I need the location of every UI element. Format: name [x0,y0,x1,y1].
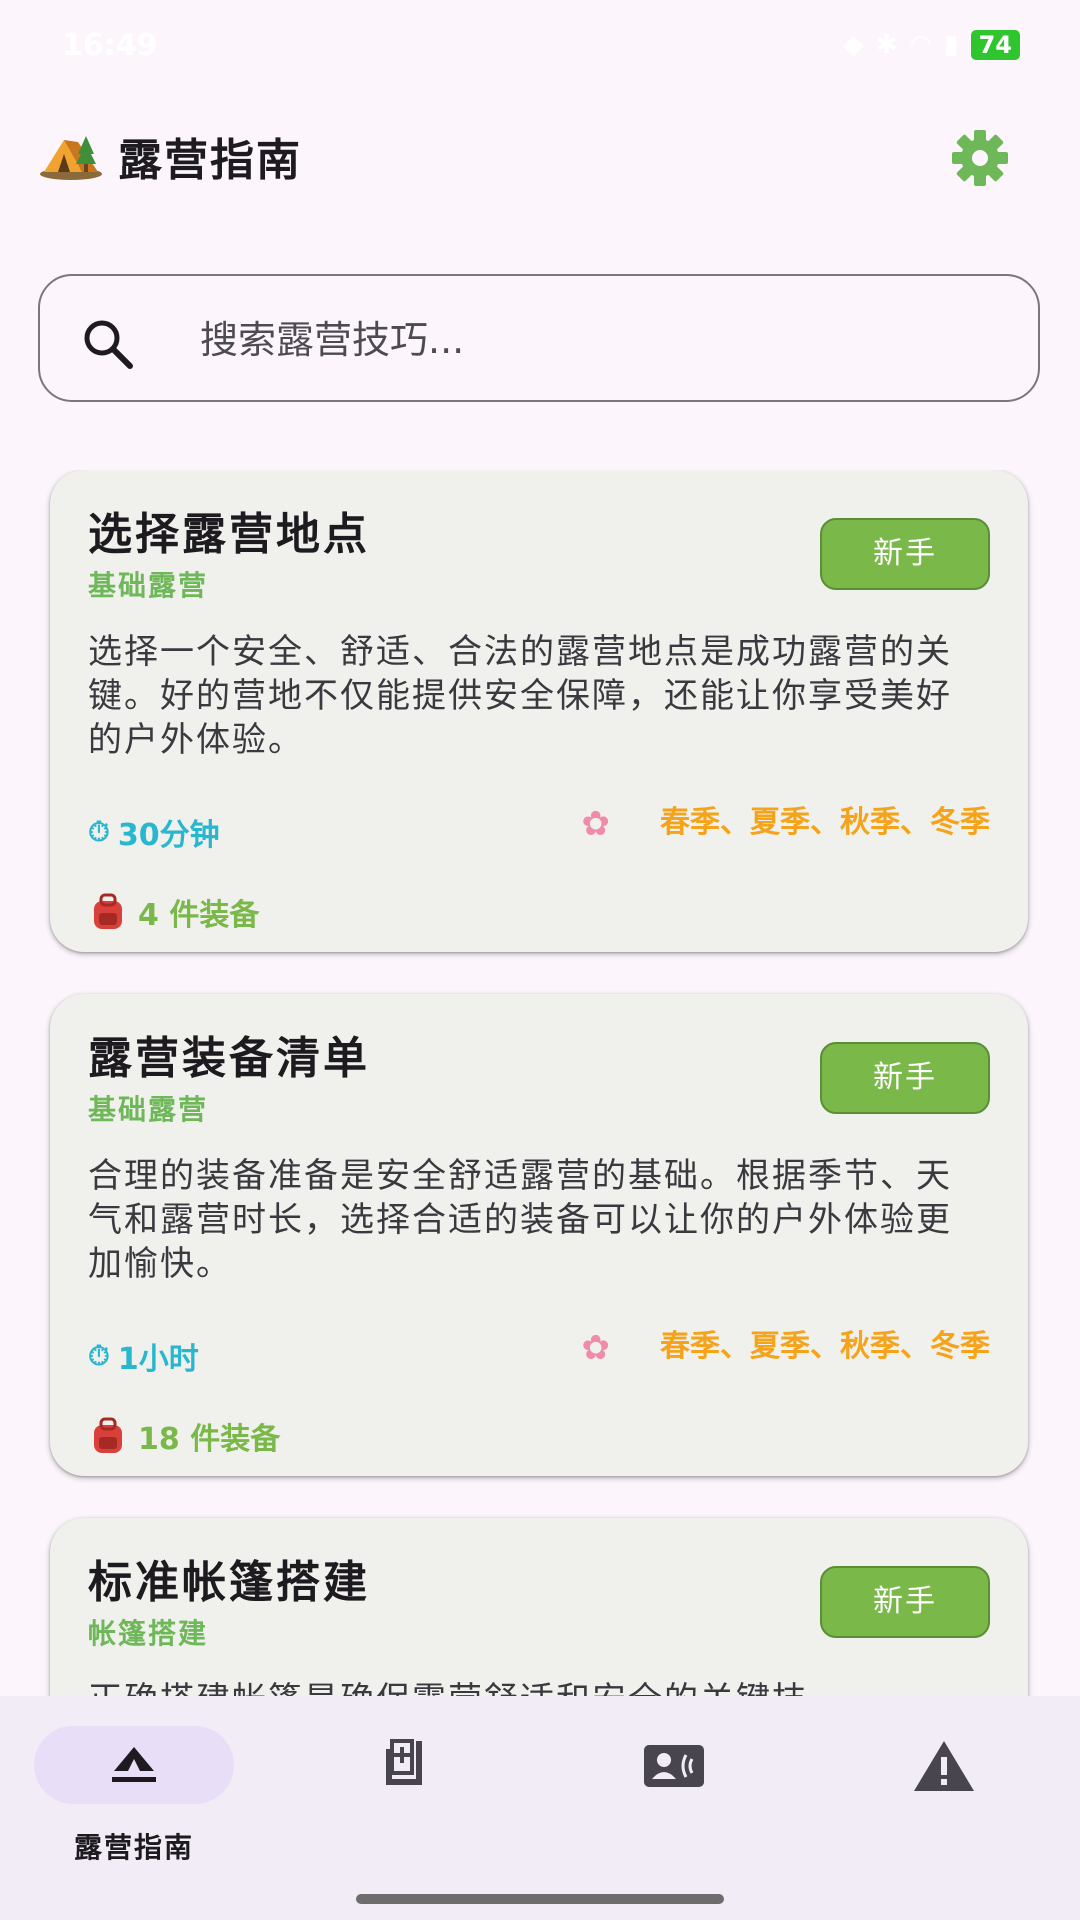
duration-text: 1小时 [117,1342,199,1377]
signal-icon: ▮ [944,30,959,60]
search-input[interactable] [198,306,982,374]
card-title: 选择露营地点 [88,509,370,560]
level-badge[interactable]: 新手 [820,1042,990,1114]
gear-text: 4 件装备 [138,898,260,933]
card-seasons: ✿ 春季、夏季、秋季、冬季 [570,1328,991,1368]
contact-card-icon [644,1745,704,1787]
card-duration: ⏱ 30分钟 [88,810,220,854]
nav-item-safety[interactable] [844,1726,1044,1876]
card-gear-count: 18 件装备 [88,1414,280,1458]
nav-item-guide[interactable]: 露营指南 [34,1726,234,1876]
card-description: 正确搭建帐篷是确保露营舒适和安全的关键技 [88,1678,968,1696]
status-icons: ◆ ✱ ◠ ▮ 74 [844,30,1020,60]
page-title: 露营指南 [118,135,302,186]
search-icon [84,320,133,369]
flower-icon: ✿ [581,1328,611,1368]
duration-text: 30分钟 [117,818,220,853]
card-title: 标准帐篷搭建 [88,1557,370,1608]
status-time: 16:49 [62,28,158,63]
camping-guide-icon [112,1747,156,1782]
battery-level: 74 [970,30,1020,60]
gear-text: 18 件装备 [138,1422,281,1457]
timer-icon: ⏱ [88,815,110,848]
guide-card[interactable]: 露营装备清单 基础露营 新手 合理的装备准备是安全舒适露营的基础。根据季节、天气… [50,994,1028,1476]
card-title: 露营装备清单 [88,1033,370,1084]
timer-icon: ⏱ [88,1339,110,1372]
card-seasons: ✿ 春季、夏季、秋季、冬季 [570,804,991,844]
card-gear-count: 4 件装备 [88,890,259,934]
camping-tent-icon [40,136,102,180]
checklist-icon [386,1739,422,1785]
search-bar[interactable] [38,274,1040,402]
level-badge[interactable]: 新手 [820,518,990,590]
bluetooth-icon: ✱ [875,30,898,60]
nav-item-checklist[interactable] [304,1726,504,1876]
card-description: 选择一个安全、舒适、合法的露营地点是成功露营的关键。好的营地不仅能提供安全保障，… [88,632,952,760]
flower-icon: ✿ [581,804,611,844]
level-badge[interactable]: 新手 [820,1566,990,1638]
guide-list[interactable]: 选择露营地点 基础露营 新手 选择一个安全、舒适、合法的露营地点是成功露营的关键… [0,470,1080,1696]
card-category: 基础露营 [88,1093,209,1126]
seasons-text: 春季、夏季、秋季、冬季 [660,1329,990,1364]
home-indicator[interactable] [356,1894,724,1904]
nav-label: 露营指南 [73,1831,194,1864]
backpack-icon [94,1417,122,1453]
nav-item-contacts[interactable] [574,1726,774,1876]
card-category: 基础露营 [88,569,209,602]
guide-card[interactable]: 选择露营地点 基础露营 新手 选择一个安全、舒适、合法的露营地点是成功露营的关键… [50,470,1028,952]
card-category: 帐篷搭建 [88,1617,209,1650]
card-description: 合理的装备准备是安全舒适露营的基础。根据季节、天气和露营时长，选择合适的装备可以… [88,1156,952,1284]
seasons-text: 春季、夏季、秋季、冬季 [660,805,990,840]
guide-card[interactable]: 标准帐篷搭建 帐篷搭建 新手 正确搭建帐篷是确保露营舒适和安全的关键技 [50,1518,1028,1696]
notification-icon: ◆ [843,30,864,60]
status-bar: 16:49 ◆ ✱ ◠ ▮ 74 [0,0,1080,96]
warning-icon [914,1741,974,1791]
wifi-icon: ◠ [909,30,933,60]
bottom-navigation: 露营指南 [0,1696,1080,1920]
app-header: 露营指南 [0,110,1080,200]
gear-icon[interactable] [948,126,1012,190]
card-duration: ⏱ 1小时 [88,1334,199,1378]
backpack-icon [94,893,122,929]
